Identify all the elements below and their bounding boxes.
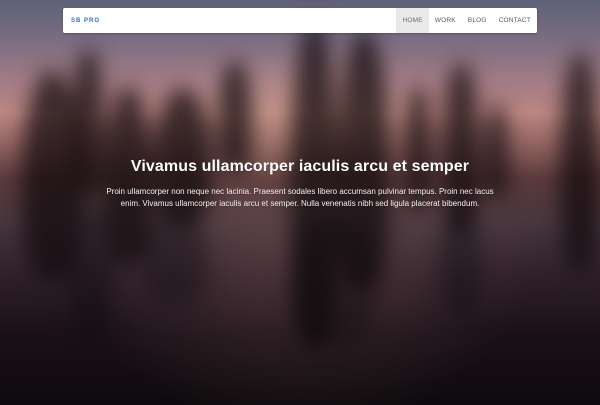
nav-item-work[interactable]: WORK (429, 8, 462, 33)
hero-title: Vivamus ullamcorper iaculis arcu et semp… (130, 158, 470, 175)
nav-item-contact[interactable]: CONTACT (493, 8, 537, 33)
nav-item-blog[interactable]: BLOG (462, 8, 493, 33)
hero-section: SB PRO HOME WORK BLOG CONTACT Vivamus ul… (0, 0, 600, 405)
primary-navigation: HOME WORK BLOG CONTACT (396, 8, 537, 33)
brand-logo[interactable]: SB PRO (71, 18, 100, 24)
hero-description: Proin ullamcorper non neque nec lacinia.… (106, 187, 494, 208)
nav-item-home[interactable]: HOME (396, 8, 429, 33)
hero-content: Vivamus ullamcorper iaculis arcu et semp… (0, 0, 600, 405)
top-navigation-bar: SB PRO HOME WORK BLOG CONTACT (63, 8, 537, 33)
